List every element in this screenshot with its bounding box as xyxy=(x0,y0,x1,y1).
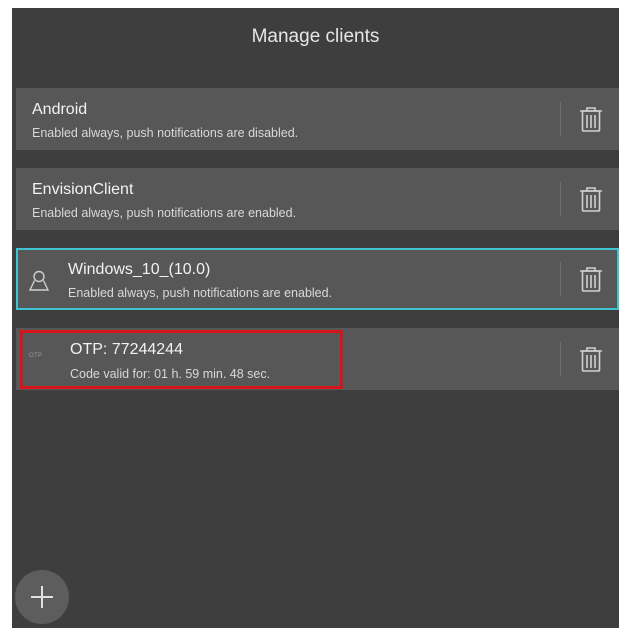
client-status: Enabled always, push notifications are d… xyxy=(32,126,299,140)
row-divider xyxy=(560,342,561,376)
manage-clients-panel: Manage clients Android Enabled always, p… xyxy=(12,8,619,628)
client-name: EnvisionClient xyxy=(32,181,134,198)
trash-icon[interactable] xyxy=(577,184,605,214)
row-divider xyxy=(560,182,561,216)
user-icon xyxy=(28,270,50,291)
add-client-button[interactable] xyxy=(15,570,69,624)
plus-icon xyxy=(31,586,53,608)
trash-icon[interactable] xyxy=(577,264,605,294)
client-status: Enabled always, push notifications are e… xyxy=(32,206,297,220)
otp-highlight-box xyxy=(20,330,343,389)
page-title: Manage clients xyxy=(251,26,380,47)
client-row-windows-10[interactable]: Windows_10_(10.0) Enabled always, push n… xyxy=(16,248,619,310)
row-divider xyxy=(560,102,561,136)
trash-icon[interactable] xyxy=(577,344,605,374)
client-row-envisionclient[interactable]: EnvisionClient Enabled always, push noti… xyxy=(16,168,619,230)
trash-icon[interactable] xyxy=(577,104,605,134)
row-divider xyxy=(560,262,561,296)
client-status: Enabled always, push notifications are e… xyxy=(68,286,333,300)
client-row-android[interactable]: Android Enabled always, push notificatio… xyxy=(16,88,619,150)
client-name: Android xyxy=(32,101,88,118)
client-name: Windows_10_(10.0) xyxy=(68,261,211,278)
